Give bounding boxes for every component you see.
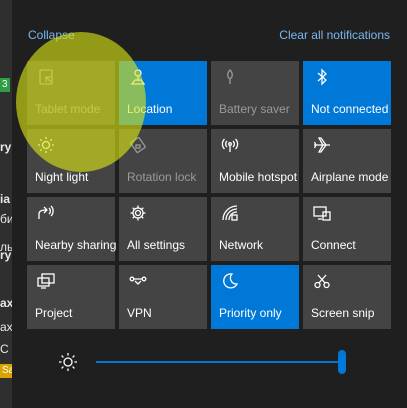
tile-label: Project	[35, 306, 73, 320]
tile-label: Network	[219, 238, 264, 252]
action-center-panel: Collapse Clear all notifications Tablet …	[12, 0, 407, 408]
nearby-sharing-icon	[37, 204, 55, 222]
brightness-slider-track[interactable]	[96, 361, 342, 363]
brightness-slider-fill	[96, 361, 342, 363]
tile-bluetooth[interactable]: Not connected	[303, 61, 391, 125]
settings-gear-icon	[129, 204, 147, 222]
moon-icon	[221, 272, 239, 290]
background-badge: 3	[0, 78, 10, 92]
tile-location[interactable]: Location	[119, 61, 207, 125]
background-text: С	[0, 342, 9, 356]
quick-actions-grid: Tablet mode Location Battery saver Not c…	[27, 61, 391, 329]
tile-screen-snip[interactable]: Screen snip	[303, 265, 391, 329]
tile-rotation-lock[interactable]: Rotation lock	[119, 129, 207, 193]
tile-mobile-hotspot[interactable]: Mobile hotspot	[211, 129, 299, 193]
background-app-strip: 3 ry ia би ль ry ax ах С Sa	[0, 0, 12, 408]
tile-label: Nearby sharing	[35, 238, 117, 252]
tile-label: Not connected	[311, 102, 389, 116]
collapse-link[interactable]: Collapse	[28, 28, 75, 42]
network-icon	[221, 204, 239, 222]
tile-label: Night light	[35, 170, 89, 184]
sun-icon	[58, 352, 78, 372]
tile-label: VPN	[127, 306, 152, 320]
tile-project[interactable]: Project	[27, 265, 115, 329]
tile-nearby-sharing[interactable]: Nearby sharing	[27, 197, 117, 261]
tile-label: Mobile hotspot	[219, 170, 298, 184]
tile-label: Tablet mode	[35, 102, 101, 116]
background-text: ry	[0, 140, 12, 154]
night-light-icon	[37, 136, 55, 154]
tile-tablet-mode[interactable]: Tablet mode	[27, 61, 115, 125]
tile-vpn[interactable]: VPN	[119, 265, 207, 329]
background-badge: Sa	[0, 364, 12, 378]
tile-network[interactable]: Network	[211, 197, 299, 261]
background-text: ia	[0, 192, 11, 206]
tile-night-light[interactable]: Night light	[27, 129, 115, 193]
background-text: ах	[0, 320, 12, 334]
airplane-icon	[313, 136, 331, 154]
tile-priority-only[interactable]: Priority only	[211, 265, 299, 329]
connect-icon	[313, 204, 331, 222]
rotation-lock-icon	[129, 136, 147, 154]
background-text: ry	[0, 248, 12, 262]
mobile-hotspot-icon	[221, 136, 239, 154]
location-icon	[129, 68, 147, 86]
battery-saver-icon	[221, 68, 239, 86]
brightness-control	[12, 340, 407, 390]
screen-snip-icon	[313, 272, 331, 290]
bluetooth-icon	[313, 68, 331, 86]
tablet-mode-icon	[37, 68, 55, 86]
tile-airplane-mode[interactable]: Airplane mode	[303, 129, 391, 193]
project-icon	[37, 272, 55, 290]
brightness-slider-thumb[interactable]	[338, 350, 346, 374]
tile-label: Connect	[311, 238, 356, 252]
tile-battery-saver[interactable]: Battery saver	[211, 61, 299, 125]
clear-all-notifications-link[interactable]: Clear all notifications	[279, 28, 390, 42]
action-center-header: Collapse Clear all notifications	[12, 0, 407, 60]
tile-label: All settings	[127, 238, 186, 252]
tile-label: Airplane mode	[311, 170, 389, 184]
background-text: ax	[0, 296, 12, 310]
tile-label: Location	[127, 102, 173, 116]
tile-connect[interactable]: Connect	[303, 197, 391, 261]
vpn-icon	[129, 272, 147, 290]
tile-label: Battery saver	[219, 102, 290, 116]
background-text: би	[0, 212, 12, 226]
tile-all-settings[interactable]: All settings	[119, 197, 207, 261]
tile-label: Rotation lock	[127, 170, 197, 184]
tile-label: Screen snip	[311, 306, 375, 320]
tile-label: Priority only	[219, 306, 282, 320]
